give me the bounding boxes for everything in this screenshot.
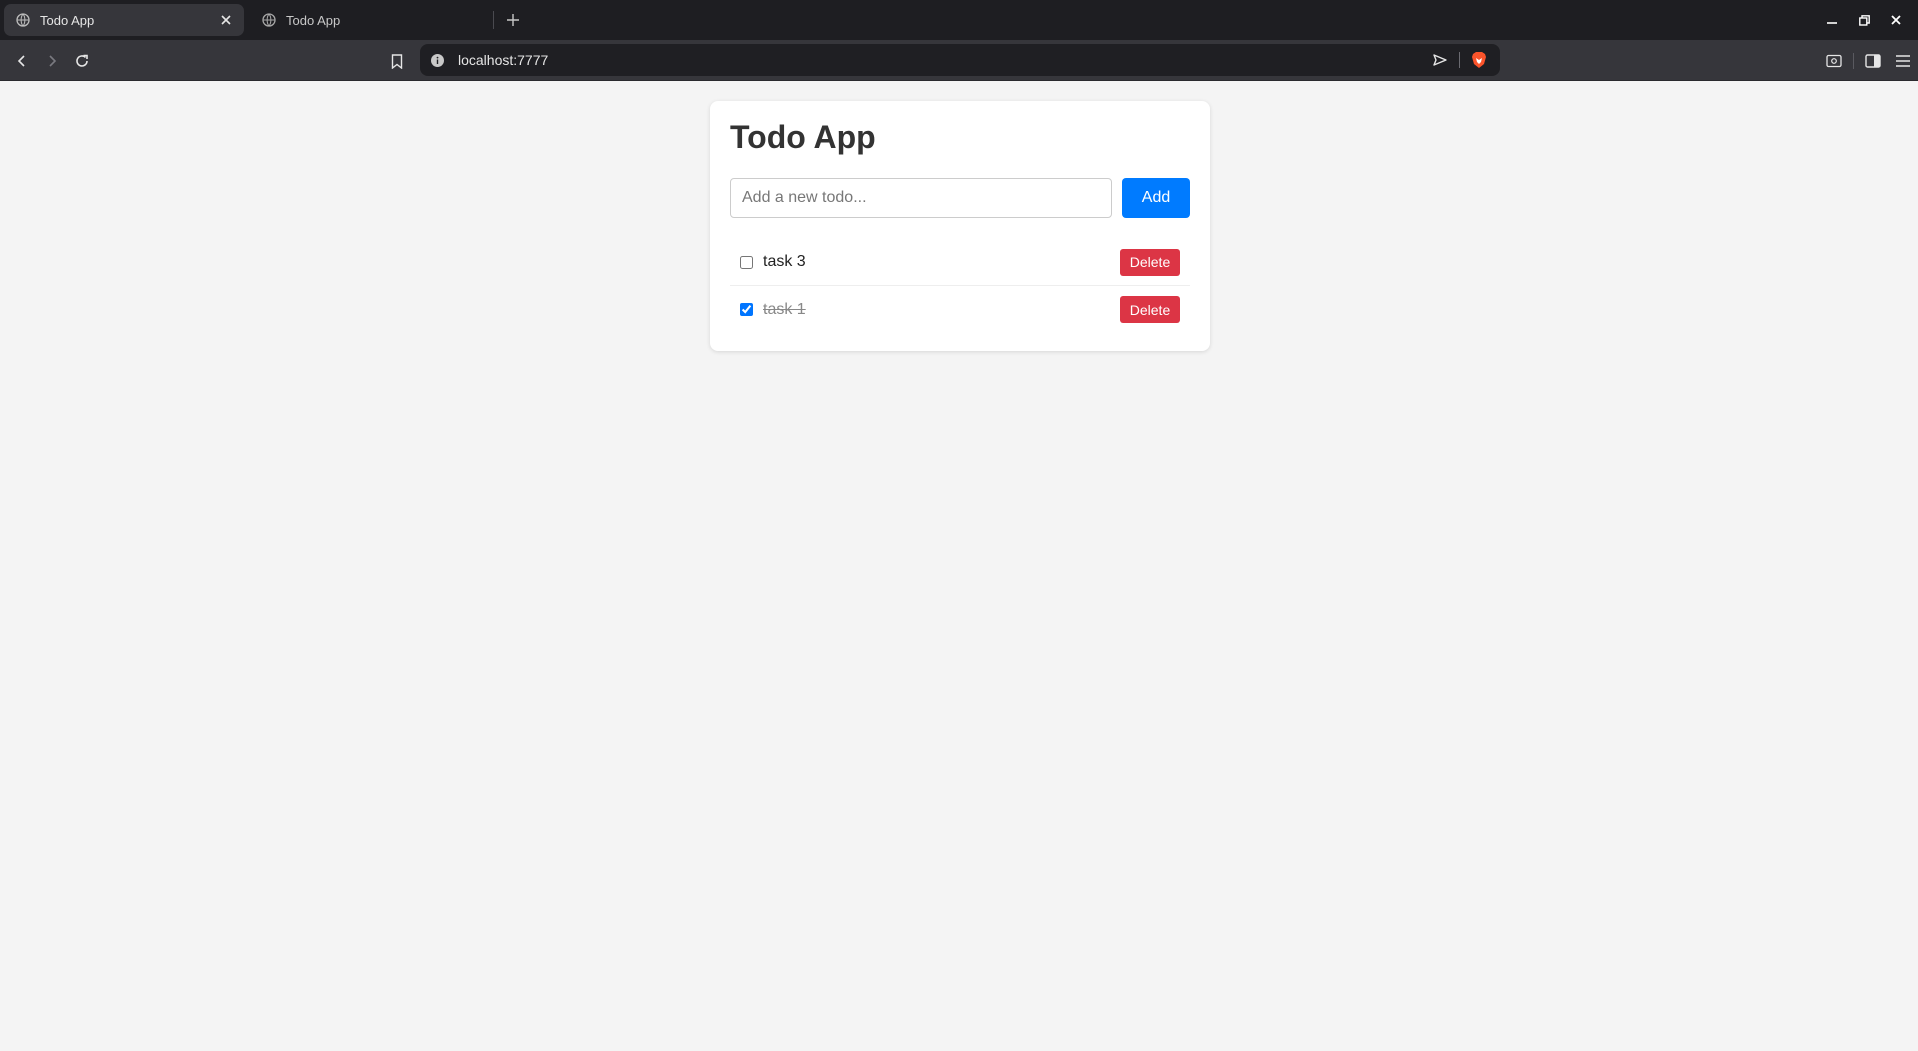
- toolbar-separator: [1853, 53, 1854, 69]
- globe-icon: [262, 13, 276, 27]
- todo-item-task-3: task 3 Delete: [730, 239, 1190, 286]
- address-separator: [1459, 52, 1460, 68]
- plus-icon[interactable]: [502, 9, 524, 31]
- tab-inactive[interactable]: Todo App: [250, 4, 490, 36]
- todo-checkbox[interactable]: [740, 255, 753, 269]
- tab-bar: Todo App Todo App: [0, 0, 1918, 40]
- forward-icon[interactable]: [39, 48, 65, 74]
- sidebar-icon[interactable]: [1858, 48, 1888, 74]
- tab-separator: [493, 11, 494, 29]
- bookmark-icon[interactable]: [384, 48, 410, 74]
- address-bar[interactable]: localhost:7777: [420, 44, 1500, 76]
- screenshot-icon[interactable]: [1819, 48, 1849, 74]
- page-viewport: Todo App Add task 3 Delete task 1 Delete: [0, 81, 1918, 1051]
- delete-button[interactable]: Delete: [1120, 248, 1180, 276]
- close-window-icon[interactable]: [1880, 8, 1912, 32]
- restore-icon[interactable]: [1848, 8, 1880, 32]
- globe-icon: [16, 13, 30, 27]
- tab-active[interactable]: Todo App: [4, 4, 244, 36]
- new-todo-input[interactable]: [730, 178, 1112, 218]
- todo-text: task 3: [763, 253, 806, 270]
- share-icon[interactable]: [1429, 49, 1451, 71]
- back-icon[interactable]: [9, 48, 35, 74]
- window-controls: [1816, 8, 1912, 32]
- toolbar-right: [1819, 48, 1918, 74]
- menu-icon[interactable]: [1888, 48, 1918, 74]
- todo-checkbox[interactable]: [740, 303, 753, 316]
- reload-icon[interactable]: [69, 48, 95, 74]
- tab-title: Todo App: [40, 12, 95, 28]
- tab-title: Todo App: [286, 12, 341, 28]
- todo-list: task 3 Delete task 1 Delete: [730, 239, 1190, 333]
- browser-toolbar: localhost:7777: [0, 40, 1918, 81]
- url-text[interactable]: localhost:7777: [458, 52, 1429, 68]
- delete-button[interactable]: Delete: [1120, 296, 1180, 323]
- brave-shield-icon[interactable]: [1468, 49, 1490, 71]
- info-icon[interactable]: [430, 53, 444, 67]
- todo-text: task 1: [763, 300, 806, 318]
- page-title: Todo App: [730, 119, 876, 155]
- todo-card: Todo App Add task 3 Delete task 1 Delete: [710, 101, 1210, 351]
- close-icon[interactable]: [216, 10, 236, 30]
- add-button[interactable]: Add: [1122, 178, 1190, 218]
- todo-item-task-1: task 1 Delete: [730, 286, 1190, 333]
- minimize-icon[interactable]: [1816, 8, 1848, 32]
